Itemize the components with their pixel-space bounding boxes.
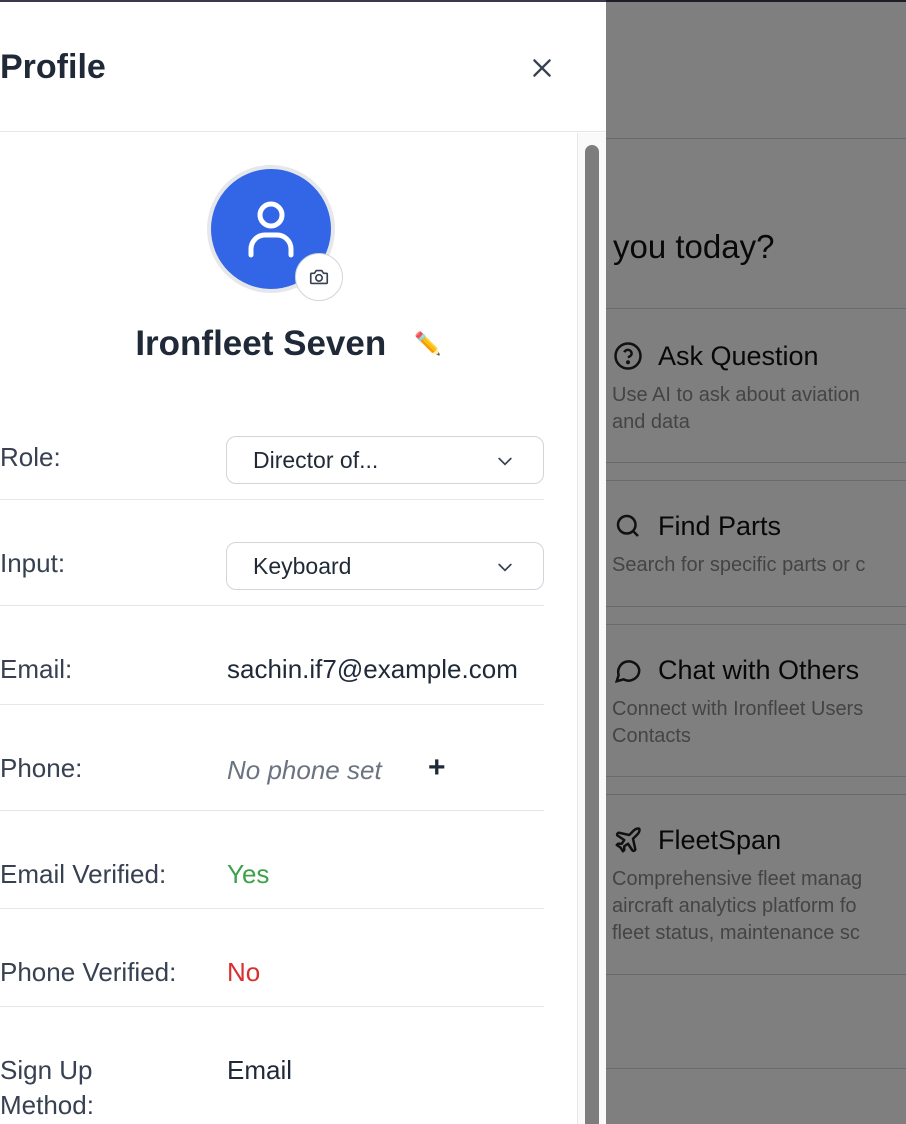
signup-method-row: Sign Up Method: Email: [0, 1007, 544, 1124]
input-label: Input:: [0, 548, 66, 578]
scrollbar[interactable]: [577, 133, 606, 1124]
chevron-down-icon: [498, 563, 512, 572]
email-label: Email:: [0, 654, 73, 684]
role-label: Role:: [0, 442, 61, 472]
change-photo-button[interactable]: [295, 253, 343, 301]
phone-verified-label: Phone Verified:: [0, 957, 177, 987]
email-row: Email: sachin.if7@example.com: [0, 606, 544, 705]
signup-method-value: Email: [227, 1055, 293, 1085]
scrollbar-thumb[interactable]: [585, 145, 599, 1124]
panel-header: Profile: [0, 2, 606, 132]
avatar-container: [207, 165, 343, 301]
profile-panel: Profile Ironfleet Seven ✏️ Role: Directo…: [0, 2, 606, 1124]
input-row: Input: Keyboard: [0, 500, 544, 606]
profile-name: Ironfleet Seven: [135, 324, 387, 363]
signup-method-label: Sign Up Method:: [0, 1055, 94, 1120]
email-verified-value: Yes: [227, 859, 270, 889]
name-row: Ironfleet Seven ✏️: [0, 324, 577, 364]
user-icon: [248, 201, 294, 258]
close-button[interactable]: [526, 52, 558, 84]
phone-label: Phone:: [0, 753, 83, 783]
phone-row: Phone: No phone set +: [0, 705, 544, 811]
input-selected-value: Keyboard: [253, 552, 352, 579]
phone-verified-row: Phone Verified: No: [0, 909, 544, 1007]
role-select[interactable]: Director of...: [226, 436, 544, 484]
modal-backdrop[interactable]: [606, 0, 906, 1124]
phone-verified-value: No: [227, 957, 261, 987]
role-selected-value: Director of...: [253, 446, 379, 473]
close-icon: [533, 59, 551, 77]
email-verified-row: Email Verified: Yes: [0, 811, 544, 909]
panel-title: Profile: [0, 48, 106, 86]
chevron-down-icon: [498, 457, 512, 466]
role-row: Role: Director of...: [0, 412, 544, 500]
phone-value: No phone set: [227, 755, 382, 785]
email-value: sachin.if7@example.com: [227, 654, 518, 684]
add-phone-button[interactable]: +: [428, 751, 446, 785]
email-verified-label: Email Verified:: [0, 859, 167, 889]
edit-name-icon[interactable]: ✏️: [414, 331, 441, 357]
input-select[interactable]: Keyboard: [226, 542, 544, 590]
camera-icon: [309, 269, 329, 285]
